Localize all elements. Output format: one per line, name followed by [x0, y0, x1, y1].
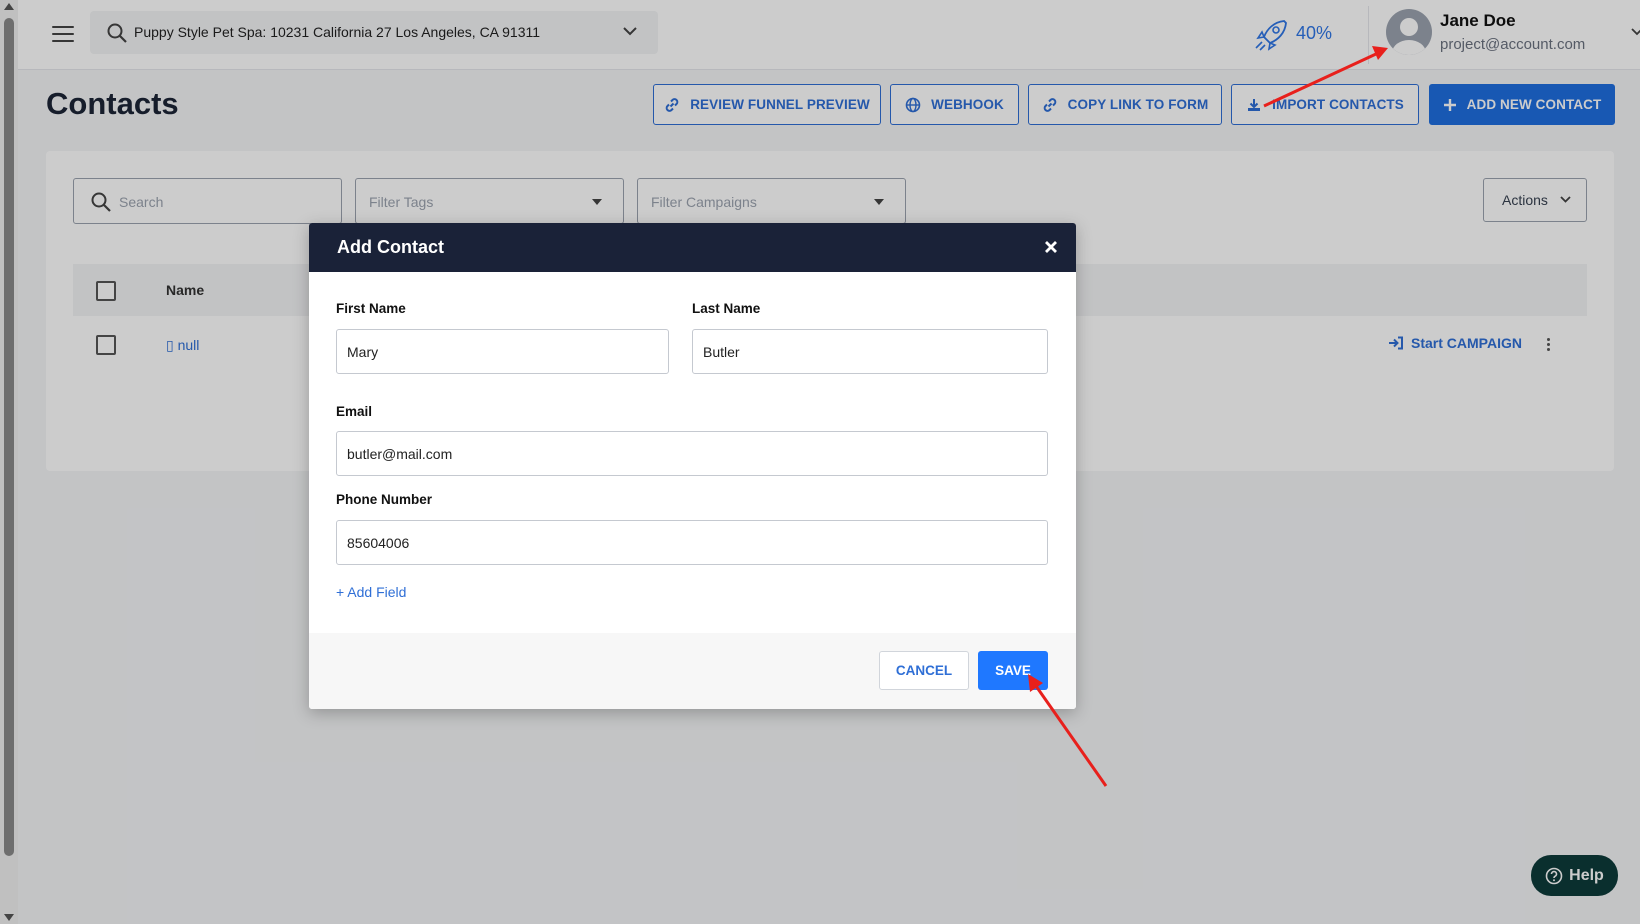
phone-number-field[interactable]	[336, 520, 1048, 565]
add-field-link[interactable]: + Add Field	[336, 584, 406, 600]
save-button[interactable]: SAVE	[978, 651, 1048, 690]
email-field[interactable]	[336, 431, 1048, 476]
first-name-field[interactable]	[336, 329, 669, 374]
cancel-button[interactable]: CANCEL	[879, 651, 969, 690]
close-icon[interactable]	[1044, 240, 1058, 254]
last-name-label: Last Name	[692, 301, 761, 316]
phone-number-label: Phone Number	[336, 492, 433, 507]
modal-title: Add Contact	[337, 237, 444, 257]
modal-header: Add Contact	[309, 223, 1076, 272]
last-name-field[interactable]	[692, 329, 1048, 374]
email-label: Email	[336, 404, 373, 419]
add-contact-modal: Add Contact First Name Last Name Email P…	[309, 223, 1076, 709]
first-name-label: First Name	[336, 301, 406, 316]
